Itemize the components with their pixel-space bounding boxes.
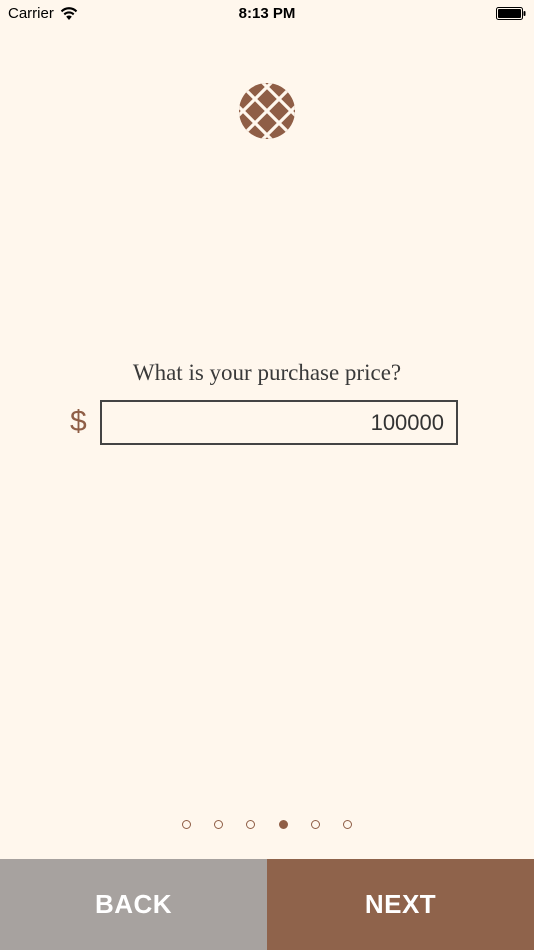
question-label: What is your purchase price? bbox=[132, 360, 402, 385]
next-button[interactable]: NEXT bbox=[267, 859, 534, 950]
page-indicator bbox=[0, 820, 534, 832]
page-dot bbox=[214, 820, 224, 829]
purchase-price-input[interactable] bbox=[100, 400, 458, 445]
lattice-logo-icon bbox=[239, 83, 295, 139]
back-button[interactable]: BACK bbox=[0, 859, 267, 950]
page-dot bbox=[246, 820, 256, 829]
status-bar: Carrier 8:13 PM bbox=[0, 0, 534, 28]
currency-symbol: $ bbox=[70, 405, 87, 438]
page-dot-active bbox=[278, 820, 288, 829]
status-time: 8:13 PM bbox=[238, 5, 296, 22]
page-dot bbox=[310, 820, 320, 829]
page-dot bbox=[182, 820, 191, 829]
battery-icon bbox=[496, 7, 526, 20]
page-dot bbox=[343, 820, 352, 829]
